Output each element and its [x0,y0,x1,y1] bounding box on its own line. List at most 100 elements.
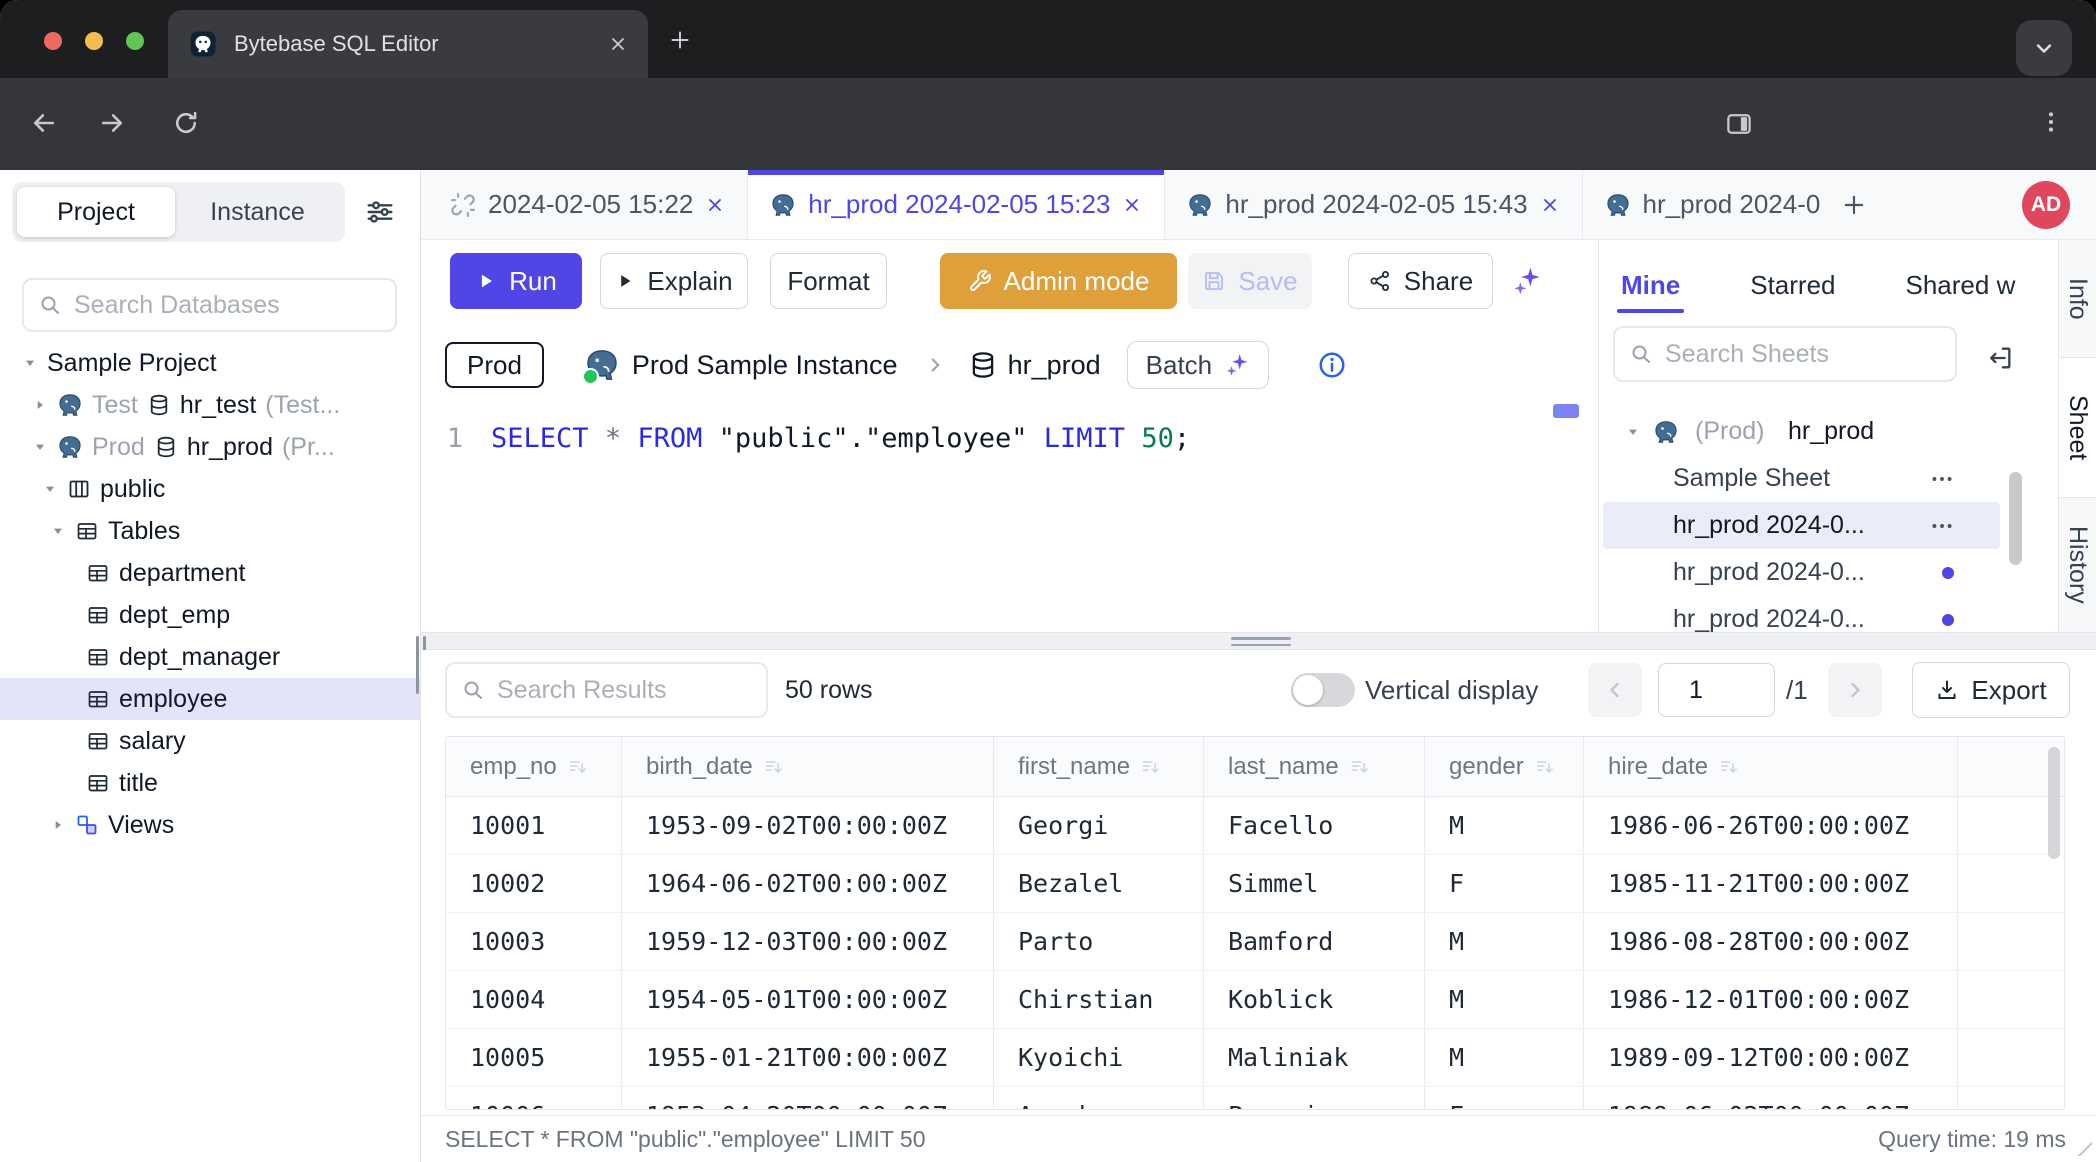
sheet-item[interactable]: hr_prod 2024-0... [1599,549,2058,596]
batch-button[interactable]: Batch [1127,341,1270,389]
close-icon[interactable] [1540,195,1560,215]
tree-item-schema-public[interactable]: public [0,468,420,510]
forward-icon[interactable] [98,109,126,137]
tree-item-table-salary[interactable]: salary [0,720,420,762]
column-header-gender[interactable]: gender [1425,737,1584,797]
tab-sheet[interactable]: Sheet [2059,358,2096,498]
tab-info[interactable]: Info [2059,240,2096,358]
close-icon[interactable] [1122,195,1142,215]
format-button[interactable]: Format [770,253,887,309]
side-panel-icon[interactable] [1724,109,1754,139]
explain-button[interactable]: Explain [600,253,748,309]
minimize-window-button[interactable] [85,32,103,50]
sheet-tab-4[interactable]: hr_prod 2024-0 [1583,170,1821,239]
drag-handle[interactable] [1231,637,1291,646]
next-page-button[interactable] [1828,663,1882,717]
table-row: 10003 1959-12-03T00:00:00Z Parto Bamford… [446,913,2064,971]
close-window-button[interactable] [44,32,62,50]
tree-item-table-employee[interactable]: employee [0,678,420,720]
tree-item-tables-group[interactable]: Tables [0,510,420,552]
save-icon [1202,269,1226,293]
sheet-tab-label: hr_prod 2024-0 [1643,189,1821,220]
info-icon[interactable] [1317,350,1347,380]
prev-page-button[interactable] [1588,663,1642,717]
new-sheet-icon[interactable] [1841,192,1867,218]
query-time: Query time: 19 ms [1878,1126,2066,1153]
results-search[interactable] [445,662,768,718]
tab-mine[interactable]: Mine [1621,270,1680,301]
postgresql-icon [1187,192,1213,218]
tree-item-table-department[interactable]: department [0,552,420,594]
sheet-item[interactable]: hr_prod 2024-0... [1599,596,2058,632]
collapse-panel-icon[interactable] [1986,344,2014,372]
user-avatar[interactable]: AD [2022,181,2070,229]
sheet-tab-3[interactable]: hr_prod 2024-02-05 15:43 [1165,170,1582,239]
close-icon[interactable] [705,195,725,215]
cell: 1986-06-26T00:00:00Z [1584,797,1958,855]
sort-icon [1140,756,1162,778]
admin-mode-button[interactable]: Admin mode [940,253,1177,309]
sheet-item-selected[interactable]: hr_prod 2024-0... [1603,502,2000,549]
tab-project[interactable]: Project [17,187,175,237]
new-tab-icon[interactable] [668,28,692,52]
chevron-down-icon [2032,36,2056,60]
cell: Georgi [994,797,1204,855]
browser-tab[interactable]: Bytebase SQL Editor [168,10,648,78]
results-divider[interactable] [421,632,2096,650]
sheet-search[interactable] [1613,326,1957,382]
page-input[interactable] [1658,663,1775,717]
tree-label: department [119,559,245,588]
sheet-tab-2-active[interactable]: hr_prod 2024-02-05 15:23 [748,170,1165,239]
column-header-emp_no[interactable]: emp_no [446,737,622,797]
tree-item-table-title[interactable]: title [0,762,420,804]
tree-item-table-dept_emp[interactable]: dept_emp [0,594,420,636]
save-button[interactable]: Save [1188,253,1312,309]
column-header-birth_date[interactable]: birth_date [622,737,994,797]
column-header-first_name[interactable]: first_name [994,737,1204,797]
tab-search-button[interactable] [2016,20,2072,76]
tree-item-table-dept_manager[interactable]: dept_manager [0,636,420,678]
back-icon[interactable] [30,109,58,137]
cell: 1953-04-20T00:00:00Z [622,1087,994,1110]
tab-starred[interactable]: Starred [1750,270,1835,301]
share-button[interactable]: Share [1348,253,1493,309]
more-menu-icon[interactable] [1929,513,1955,539]
filter-settings-icon[interactable] [364,196,396,228]
tree-item-test-db[interactable]: Test hr_test (Test... [0,384,420,426]
database-search-input[interactable] [72,290,381,321]
export-button[interactable]: Export [1912,662,2070,718]
sql-code-area[interactable]: 1 SELECT * FROM "public"."employee" LIMI… [421,410,1190,466]
vertical-display-toggle[interactable] [1291,673,1355,707]
play-icon [475,270,497,292]
close-tab-icon[interactable] [608,34,628,54]
ai-sparkles-icon[interactable] [1511,265,1543,297]
cell: 1954-05-01T00:00:00Z [622,971,994,1029]
tree-item-views-group[interactable]: Views [0,804,420,846]
column-header-last_name[interactable]: last_name [1204,737,1425,797]
run-button[interactable]: Run [450,253,582,309]
sheets-scrollbar[interactable] [2009,472,2022,565]
tab-history[interactable]: History [2059,498,2096,632]
tree-item-project[interactable]: Sample Project [0,342,420,384]
reload-icon[interactable] [172,109,200,137]
sheet-group-row[interactable]: (Prod) hr_prod [1599,408,2058,455]
tab-instance[interactable]: Instance [175,187,340,237]
maximize-window-button[interactable] [126,32,144,50]
cell: 10005 [446,1029,622,1087]
toggle-knob [1293,675,1323,705]
column-header-hire_date[interactable]: hire_date [1584,737,1958,797]
sheet-tab-1[interactable]: 2024-02-05 15:22 [428,170,748,239]
results-search-input[interactable] [495,675,752,706]
tree-item-prod-db[interactable]: Prod hr_prod (Pr... [0,426,420,468]
instance-name[interactable]: Prod Sample Instance [632,350,898,381]
database-search[interactable] [22,278,397,332]
sheet-search-input[interactable] [1663,339,1941,370]
more-menu-icon[interactable] [1929,466,1955,492]
database-name[interactable]: hr_prod [1008,350,1101,381]
chevron-right-icon [32,397,48,413]
browser-menu-icon[interactable] [2038,109,2064,135]
sheet-item[interactable]: Sample S­heet [1599,455,2058,502]
resize-grip[interactable] [2066,1130,2092,1156]
table-scrollbar[interactable] [2048,747,2060,859]
tab-shared-with-me[interactable]: Shared w [1906,270,2016,301]
